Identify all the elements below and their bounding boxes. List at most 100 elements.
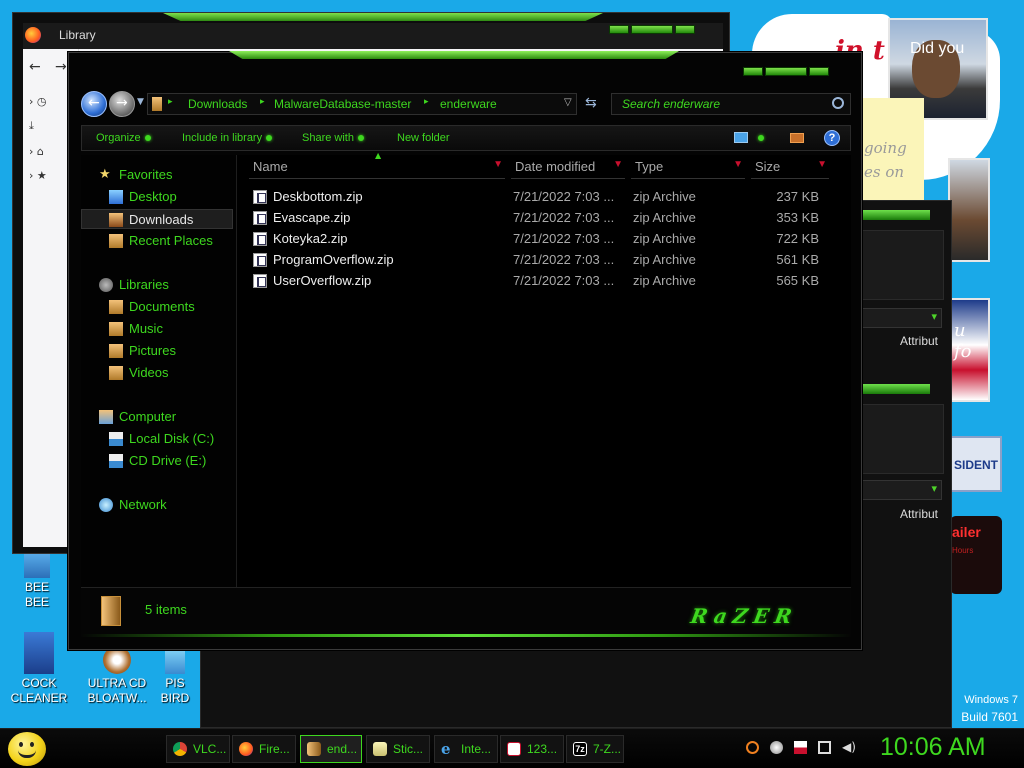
nav-libraries[interactable]: Libraries [81, 275, 233, 295]
breadcrumb-enderware[interactable]: enderware [440, 97, 497, 111]
history-icon[interactable]: › ◷ [29, 95, 47, 108]
desktop-flag-card[interactable]: u fo [950, 298, 990, 402]
desktop-icon-bee[interactable]: BEE BEE [0, 550, 74, 610]
sticky-note[interactable]: going es on [858, 98, 924, 216]
column-label: Size [755, 159, 781, 174]
action-center-flag-icon[interactable] [794, 741, 807, 754]
column-dropdown-icon[interactable]: ▼ [733, 159, 743, 170]
column-header-name[interactable]: Name ▼ [249, 159, 505, 179]
help-icon[interactable]: ? [824, 130, 840, 146]
back-arrow-icon[interactable]: ← [29, 59, 41, 75]
background-panel-2 [862, 404, 944, 474]
search-tray-icon[interactable] [746, 741, 759, 754]
nav-recent-places[interactable]: Recent Places [81, 231, 233, 251]
file-row[interactable]: Deskbottom.zip 7/21/2022 7:03 ... zip Ar… [249, 189, 839, 209]
recent-pages-chevron-icon[interactable]: ▼ [137, 97, 144, 107]
nav-music[interactable]: Music [81, 319, 233, 339]
column-dropdown-icon[interactable]: ▼ [493, 159, 503, 170]
start-button[interactable] [8, 732, 46, 766]
taskbar-button-sticky-notes[interactable]: Stic... [366, 735, 430, 763]
maximize-button[interactable] [631, 25, 673, 34]
preview-pane-icon[interactable] [790, 133, 804, 143]
background-dropdown-2[interactable] [862, 480, 942, 500]
search-icon[interactable] [832, 97, 844, 109]
close-button[interactable] [809, 67, 829, 76]
bookmarks-icon[interactable]: › ★ [29, 169, 47, 182]
nav-pictures[interactable]: Pictures [81, 341, 233, 361]
taskbar-button-explorer[interactable]: end... [300, 735, 362, 763]
desktop-icon-label: BEE [24, 580, 49, 594]
column-dropdown-icon[interactable]: ▼ [817, 159, 827, 170]
nav-cd-drive[interactable]: CD Drive (E:) [81, 451, 233, 471]
file-row[interactable]: ProgramOverflow.zip 7/21/2022 7:03 ... z… [249, 252, 839, 272]
network-tray-icon[interactable] [818, 741, 831, 754]
nav-label: Pictures [129, 343, 176, 358]
volume-icon[interactable]: ◀) [842, 741, 856, 754]
file-row[interactable]: Koteyka2.zip 7/21/2022 7:03 ... zip Arch… [249, 231, 839, 251]
column-header-size[interactable]: Size ▼ [751, 159, 829, 179]
search-box[interactable]: Search enderware [611, 93, 851, 115]
minimize-button[interactable] [743, 67, 763, 76]
nav-favorites[interactable]: ★ Favorites [81, 165, 233, 185]
file-type: zip Archive [633, 189, 696, 204]
tags-icon[interactable]: › ⌂ [29, 145, 44, 158]
nav-label: Videos [129, 365, 169, 380]
view-options-icon[interactable] [734, 132, 748, 143]
taskbar-button-7zip[interactable]: 7z 7-Z... [566, 735, 624, 763]
maximize-button[interactable] [765, 67, 807, 76]
taskbar-button-ie[interactable]: e Inte... [434, 735, 498, 763]
share-with-button[interactable]: Share with [302, 132, 364, 144]
breadcrumb-downloads[interactable]: Downloads [188, 97, 247, 111]
nav-local-disk[interactable]: Local Disk (C:) [81, 429, 233, 449]
back-button[interactable]: ← [81, 91, 107, 117]
nav-label: Libraries [119, 277, 169, 292]
folder-icon [101, 596, 121, 626]
breadcrumb-chevron-icon[interactable]: ▸ [168, 97, 173, 107]
address-bar[interactable]: ▸ Downloads ▸ MalwareDatabase-master ▸ e… [147, 93, 577, 115]
desktop-president-card[interactable]: SIDENT [950, 436, 1002, 492]
nav-videos[interactable]: Videos [81, 363, 233, 383]
file-row[interactable]: UserOverflow.zip 7/21/2022 7:03 ... zip … [249, 273, 839, 293]
close-button[interactable] [675, 25, 695, 34]
taskbar-button-vlc[interactable]: VLC... [166, 735, 230, 763]
downloads-icon[interactable]: ⤓ [29, 119, 34, 133]
column-header-type[interactable]: Type ▼ [631, 159, 745, 179]
breadcrumb-malwaredatabase[interactable]: MalwareDatabase-master [274, 97, 411, 111]
desktop-photo-card-2[interactable] [948, 158, 990, 262]
breadcrumb-chevron-icon[interactable]: ▸ [260, 97, 265, 107]
nav-downloads[interactable]: Downloads [81, 209, 233, 229]
new-folder-button[interactable]: New folder [397, 132, 450, 144]
explorer-window[interactable]: ← → ▼ ▸ Downloads ▸ MalwareDatabase-mast… [68, 51, 862, 650]
file-size: 722 KB [776, 231, 819, 246]
desktop-icon-pis-bird[interactable]: PIS BIRD [150, 650, 200, 706]
nav-documents[interactable]: Documents [81, 297, 233, 317]
dropdown-dot-icon [266, 135, 273, 141]
nav-computer[interactable]: Computer [81, 407, 233, 427]
column-header-date[interactable]: Date modified ▼ [511, 159, 625, 179]
file-name: Deskbottom.zip [273, 189, 363, 204]
computer-icon [99, 410, 113, 424]
taskbar-button-firefox[interactable]: Fire... [232, 735, 296, 763]
column-dropdown-icon[interactable]: ▼ [613, 159, 623, 170]
tray-status-icon[interactable] [770, 741, 783, 754]
breadcrumb-chevron-icon[interactable]: ▸ [424, 97, 429, 107]
desktop-icon-cock-cleaner[interactable]: COCK CLEANER [2, 632, 76, 706]
organize-button[interactable]: Organize [96, 132, 151, 144]
forward-arrow-icon[interactable]: → [55, 59, 67, 75]
desktop-trailer-card[interactable]: ailer Hours [950, 516, 1002, 594]
include-in-library-button[interactable]: Include in library [182, 132, 273, 144]
cd-drive-icon [109, 454, 123, 468]
taskbar-button-cards[interactable]: 123... [500, 735, 564, 763]
nav-desktop[interactable]: Desktop [81, 187, 233, 207]
smiley-eye-icon [30, 742, 34, 747]
desktop-icon-ultra-cd[interactable]: ULTRA CD BLOATW... [80, 646, 154, 706]
background-dropdown[interactable] [862, 308, 942, 328]
view-dropdown-button[interactable] [754, 132, 764, 144]
taskbar-clock[interactable]: 10:06 AM [880, 733, 986, 762]
address-dropdown-icon[interactable]: ▽ [564, 97, 572, 108]
refresh-icon[interactable]: ⇆ [585, 95, 597, 111]
minimize-button[interactable] [609, 25, 629, 34]
forward-button[interactable]: → [109, 91, 135, 117]
nav-network[interactable]: Network [81, 495, 233, 515]
file-row[interactable]: Evascape.zip 7/21/2022 7:03 ... zip Arch… [249, 210, 839, 230]
